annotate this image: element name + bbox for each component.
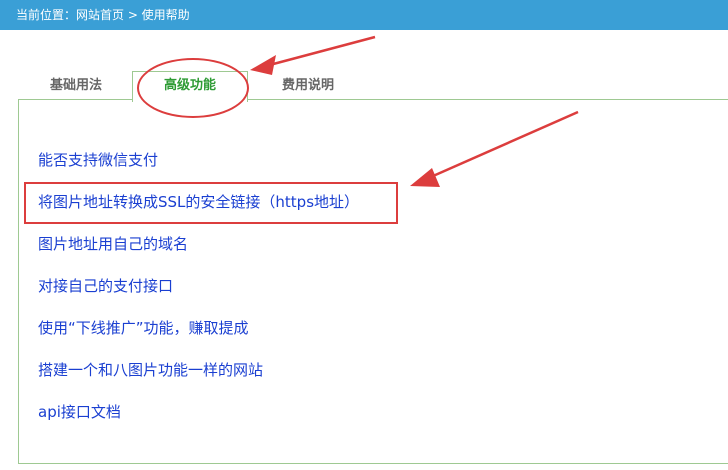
link-own-payment-api[interactable]: 对接自己的支付接口 bbox=[38, 273, 359, 315]
link-api-docs[interactable]: api接口文档 bbox=[38, 399, 359, 441]
annotation-arrow-top bbox=[250, 35, 376, 75]
link-custom-domain[interactable]: 图片地址用自己的域名 bbox=[38, 231, 359, 273]
help-page: 当前位置：网站首页 > 使用帮助 基础用法 高级功能 费用说明 能否支持微信支付… bbox=[0, 0, 728, 470]
breadcrumb: 当前位置：网站首页 > 使用帮助 bbox=[0, 0, 728, 30]
tab-fee-description[interactable]: 费用说明 bbox=[260, 72, 356, 100]
link-referral-promotion[interactable]: 使用“下线推广”功能，赚取提成 bbox=[38, 315, 359, 357]
tab-basic-usage[interactable]: 基础用法 bbox=[28, 72, 124, 100]
annotation-box bbox=[24, 182, 398, 224]
link-build-similar-site[interactable]: 搭建一个和八图片功能一样的网站 bbox=[38, 357, 359, 399]
annotation-ellipse bbox=[137, 58, 249, 118]
